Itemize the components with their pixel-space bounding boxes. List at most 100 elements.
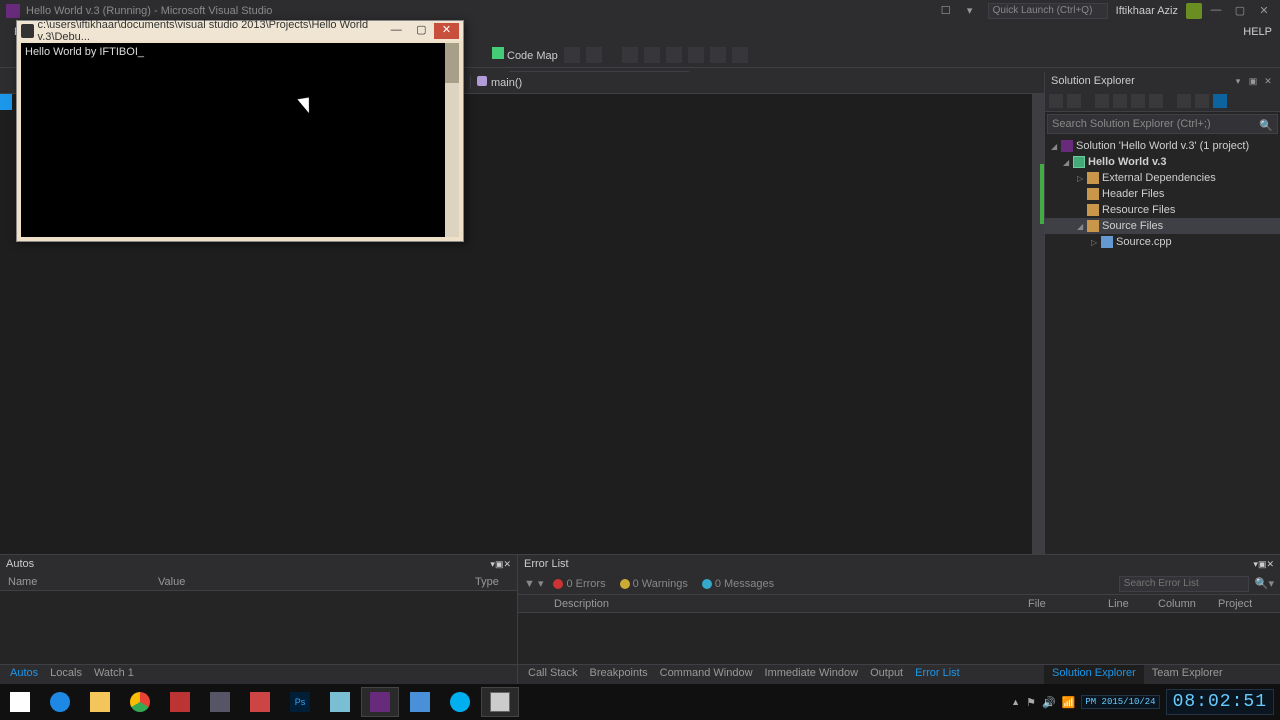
err-line-col[interactable]: Line xyxy=(1100,598,1150,610)
autos-name-col[interactable]: Name xyxy=(0,576,150,588)
home-icon[interactable] xyxy=(1049,94,1063,108)
tab-watch1[interactable]: Watch 1 xyxy=(88,665,140,684)
solution-search-input[interactable]: Search Solution Explorer (Ctrl+;) 🔍 xyxy=(1047,114,1278,134)
source-cpp-node[interactable]: ▷Source.cpp xyxy=(1045,234,1280,250)
autos-type-col[interactable]: Type xyxy=(467,576,517,588)
scope-dropdown[interactable]: main() xyxy=(470,76,1044,89)
tray-icon[interactable]: ⚑ xyxy=(1026,696,1036,709)
messages-filter[interactable]: 0 Messages xyxy=(698,578,778,590)
taskbar-app-icon[interactable] xyxy=(241,687,279,717)
resource-files-node[interactable]: Resource Files xyxy=(1045,202,1280,218)
tray-date[interactable]: PM 2015/10/24 xyxy=(1081,695,1159,709)
console-window[interactable]: c:\users\iftikhaar\documents\visual stud… xyxy=(16,20,464,242)
solution-node[interactable]: ◢Solution 'Hello World v.3' (1 project) xyxy=(1045,138,1280,154)
menu-help[interactable]: HELP xyxy=(1235,26,1280,38)
avatar-icon[interactable] xyxy=(1186,3,1202,19)
console-close-button[interactable]: ✕ xyxy=(434,23,459,39)
toolbar-icon[interactable] xyxy=(688,47,704,63)
notification-icon[interactable]: ☐ xyxy=(936,4,956,18)
warnings-filter[interactable]: 0 Warnings xyxy=(616,578,692,590)
filter-dropdown-icon[interactable]: ▼ ▾ xyxy=(524,577,543,590)
taskbar-app-icon[interactable] xyxy=(201,687,239,717)
signed-in-user[interactable]: Iftikhaar Aziz xyxy=(1116,5,1178,17)
show-all-icon[interactable] xyxy=(1131,94,1145,108)
taskbar-app-icon[interactable] xyxy=(161,687,199,717)
panel-pin-icon[interactable]: ▣ xyxy=(1247,76,1259,86)
start-button[interactable] xyxy=(1,687,39,717)
visual-studio-icon[interactable] xyxy=(361,687,399,717)
autos-value-col[interactable]: Value xyxy=(150,576,467,588)
toolbar-icon[interactable] xyxy=(586,47,602,63)
ie-icon[interactable] xyxy=(41,687,79,717)
panel-pin-icon[interactable]: ▣ xyxy=(1258,559,1267,570)
toolbar-icon[interactable] xyxy=(1195,94,1209,108)
autos-body[interactable] xyxy=(0,591,517,664)
tray-volume-icon[interactable]: 🔊 xyxy=(1042,696,1056,709)
tab-team-explorer[interactable]: Team Explorer xyxy=(1144,665,1231,684)
skype-icon[interactable] xyxy=(441,687,479,717)
tray-clock[interactable]: 08:02:51 xyxy=(1166,689,1274,715)
solution-icon xyxy=(1061,140,1073,152)
feedback-icon[interactable]: ▾ xyxy=(960,4,980,18)
properties-icon[interactable] xyxy=(1149,94,1163,108)
error-search-input[interactable] xyxy=(1119,576,1249,592)
error-list-body[interactable] xyxy=(518,613,1280,664)
collapse-icon[interactable] xyxy=(1113,94,1127,108)
toolbar-icon[interactable] xyxy=(564,47,580,63)
panel-pin-icon[interactable]: ▣ xyxy=(495,559,504,570)
step-out-icon[interactable] xyxy=(666,47,682,63)
console-minimize-button[interactable]: — xyxy=(384,23,409,39)
step-into-icon[interactable] xyxy=(644,47,660,63)
toolbar-icon[interactable] xyxy=(732,47,748,63)
console-output[interactable]: Hello World by IFTIBOI_ xyxy=(21,43,459,237)
preview-icon[interactable] xyxy=(1177,94,1191,108)
minimize-button[interactable]: — xyxy=(1206,4,1226,18)
external-deps-node[interactable]: ▷External Dependencies xyxy=(1045,170,1280,186)
editor-scrollbar[interactable] xyxy=(1032,94,1044,592)
left-tab-strip[interactable] xyxy=(0,94,12,110)
taskbar-app-icon[interactable] xyxy=(321,687,359,717)
err-project-col[interactable]: Project xyxy=(1210,598,1280,610)
source-files-node[interactable]: ◢Source Files xyxy=(1045,218,1280,234)
photoshop-icon[interactable]: Ps xyxy=(281,687,319,717)
tab-command-window[interactable]: Command Window xyxy=(654,665,759,684)
tab-output[interactable]: Output xyxy=(864,665,909,684)
close-button[interactable]: ✕ xyxy=(1254,4,1274,18)
folder-icon xyxy=(1087,188,1099,200)
chrome-icon[interactable] xyxy=(121,687,159,717)
quick-launch-input[interactable]: Quick Launch (Ctrl+Q) xyxy=(988,3,1108,19)
console-scrollbar[interactable] xyxy=(445,43,459,237)
codemap-button[interactable]: Code Map xyxy=(492,47,558,62)
toolbar-icon[interactable] xyxy=(710,47,726,63)
tray-network-icon[interactable]: 📶 xyxy=(1062,696,1076,709)
tab-immediate-window[interactable]: Immediate Window xyxy=(759,665,865,684)
console-taskbar-icon[interactable] xyxy=(481,687,519,717)
tab-breakpoints[interactable]: Breakpoints xyxy=(584,665,654,684)
err-file-col[interactable]: File xyxy=(1020,598,1100,610)
console-maximize-button[interactable]: ▢ xyxy=(409,23,434,39)
tab-solution-explorer[interactable]: Solution Explorer xyxy=(1044,665,1144,684)
taskbar-app-icon[interactable] xyxy=(401,687,439,717)
search-icon[interactable]: 🔍▾ xyxy=(1255,577,1274,590)
toolbar-icon[interactable] xyxy=(1213,94,1227,108)
header-files-node[interactable]: Header Files xyxy=(1045,186,1280,202)
tray-chevron-icon[interactable]: ▲ xyxy=(1011,697,1020,707)
panel-close-icon[interactable]: ✕ xyxy=(1266,559,1274,570)
errors-filter[interactable]: 0 Errors xyxy=(549,578,609,590)
tab-error-list[interactable]: Error List xyxy=(909,665,966,684)
maximize-button[interactable]: ▢ xyxy=(1230,4,1250,18)
panel-close-icon[interactable]: ✕ xyxy=(1262,76,1274,86)
tab-locals[interactable]: Locals xyxy=(44,665,88,684)
err-desc-col[interactable]: Description xyxy=(546,598,1020,610)
err-column-col[interactable]: Column xyxy=(1150,598,1210,610)
file-explorer-icon[interactable] xyxy=(81,687,119,717)
window-title: Hello World v.3 (Running) - Microsoft Vi… xyxy=(26,5,272,17)
sync-icon[interactable] xyxy=(1067,94,1081,108)
tab-autos[interactable]: Autos xyxy=(4,665,44,684)
step-over-icon[interactable] xyxy=(622,47,638,63)
panel-dropdown-icon[interactable]: ▾ xyxy=(1232,76,1244,86)
tab-callstack[interactable]: Call Stack xyxy=(522,665,584,684)
refresh-icon[interactable] xyxy=(1095,94,1109,108)
panel-close-icon[interactable]: ✕ xyxy=(503,559,511,570)
project-node[interactable]: ◢Hello World v.3 xyxy=(1045,154,1280,170)
